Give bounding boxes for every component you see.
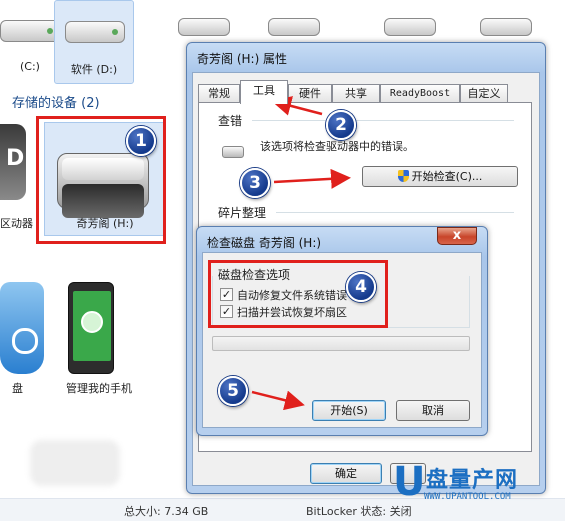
watermark-name: 盘量产网 (426, 468, 519, 493)
tab-tools[interactable]: 工具 (240, 80, 288, 104)
annotation-arrows (251, 96, 351, 411)
tab-tools-label: 工具 (253, 84, 275, 97)
arrow-step-3 (273, 168, 351, 189)
watermark-url: WWW.UPANTOOL.COM (424, 492, 511, 502)
watermark-logo-icon: U (393, 459, 426, 505)
arrow-step-5 (251, 390, 305, 411)
